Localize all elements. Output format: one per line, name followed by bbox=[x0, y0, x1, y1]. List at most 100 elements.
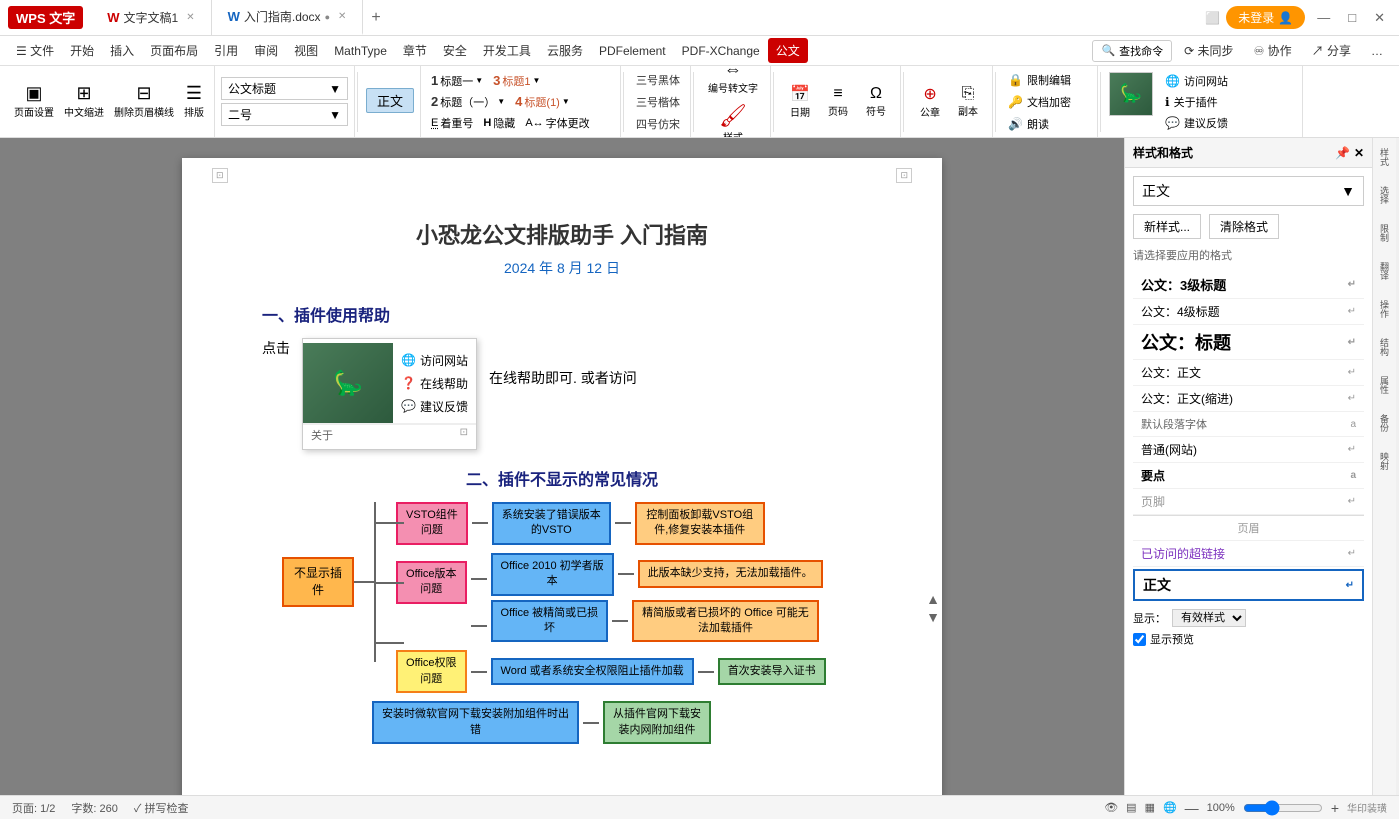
strip-select-icon[interactable]: 选择 bbox=[1376, 184, 1393, 206]
strip-attr-icon[interactable]: 属性 bbox=[1376, 374, 1393, 396]
style-item-default-para[interactable]: 默认段落字体 a bbox=[1133, 412, 1364, 437]
popup-visit-btn[interactable]: 🌐 访问网站 bbox=[401, 352, 468, 369]
zoom-out-btn[interactable]: — bbox=[1185, 800, 1199, 816]
menu-devtools[interactable]: 开发工具 bbox=[475, 38, 539, 63]
del-header-btn[interactable]: ⊟ 删除页眉横线 bbox=[110, 82, 178, 120]
view-web-icon[interactable]: 🌐 bbox=[1163, 801, 1177, 814]
style3-btn[interactable]: 3 标题1 ▼ bbox=[489, 72, 544, 90]
body-format-btn[interactable]: 正文 bbox=[366, 88, 414, 113]
menu-unsync[interactable]: ⟳ 未同步 bbox=[1176, 38, 1241, 63]
date-btn[interactable]: 📅 日期 bbox=[782, 80, 818, 123]
suggest-btn[interactable]: 💬 建议反馈 bbox=[1161, 114, 1232, 132]
strip-operate-icon[interactable]: 操作 bbox=[1376, 298, 1393, 320]
panel-close-btn[interactable]: ✕ bbox=[1354, 146, 1364, 160]
style31-btn[interactable]: 4 标题(1) ▼ bbox=[511, 93, 574, 111]
panel-pin-btn[interactable]: 📌 bbox=[1335, 146, 1350, 160]
style-num-dropdown[interactable]: 二号 ▼ bbox=[221, 103, 348, 126]
search-command[interactable]: 🔍 查找命令 bbox=[1092, 40, 1172, 62]
menu-insert[interactable]: 插入 bbox=[102, 38, 142, 63]
strip-backup-icon[interactable]: 备份 bbox=[1376, 412, 1393, 434]
tab-doc2[interactable]: W 入门指南.docx ● ✕ bbox=[212, 0, 364, 35]
style-item-key[interactable]: 要点 a bbox=[1133, 463, 1364, 489]
about-plugin-btn[interactable]: ℹ 关于插件 bbox=[1161, 93, 1232, 111]
minimize-button[interactable]: — bbox=[1311, 8, 1336, 27]
menu-official[interactable]: 公文 bbox=[768, 38, 808, 63]
strip-structure-icon[interactable]: 结构 bbox=[1376, 336, 1393, 358]
visit-website-btn[interactable]: 🌐 访问网站 bbox=[1161, 72, 1232, 90]
plugin-avatar[interactable]: 🦕 bbox=[1109, 72, 1153, 116]
scroll-down-btn[interactable]: ▼ bbox=[926, 609, 940, 625]
tab1-close[interactable]: ✕ bbox=[186, 12, 194, 23]
style1-btn[interactable]: 1 标题一 ▼ bbox=[427, 72, 487, 90]
new-style-btn[interactable]: 新样式... bbox=[1133, 214, 1201, 239]
style-item-title[interactable]: 公文：标题 ↵ bbox=[1133, 325, 1364, 360]
menu-page-layout[interactable]: 页面布局 bbox=[142, 38, 206, 63]
display-select[interactable]: 有效样式 bbox=[1172, 609, 1246, 627]
add-tab-button[interactable]: + bbox=[363, 9, 388, 27]
list1-btn[interactable]: 三号黑体 bbox=[632, 70, 684, 90]
style-item-body[interactable]: 公文：正文 ↵ bbox=[1133, 360, 1364, 386]
strip-translate-icon[interactable]: 翻译 bbox=[1376, 260, 1393, 282]
view-normal-icon[interactable]: 👁 bbox=[1104, 801, 1118, 814]
menu-review[interactable]: 审阅 bbox=[246, 38, 286, 63]
popup-help-btn[interactable]: ❓ 在线帮助 bbox=[401, 375, 468, 392]
menu-file[interactable]: ☰ 文件 bbox=[8, 38, 62, 63]
menu-more[interactable]: … bbox=[1363, 40, 1391, 62]
zoom-in-btn[interactable]: + bbox=[1331, 800, 1339, 816]
style-item-web[interactable]: 普通(网站) ↵ bbox=[1133, 437, 1364, 463]
style2-btn[interactable]: 2 标题（一） ▼ bbox=[427, 93, 509, 111]
strip-map-icon[interactable]: 映射 bbox=[1376, 450, 1393, 472]
login-button[interactable]: 未登录 👤 bbox=[1226, 6, 1305, 29]
strip-restrict-icon[interactable]: 限制 bbox=[1376, 222, 1393, 244]
read-aloud-btn[interactable]: 🔊 朗读 bbox=[1004, 114, 1091, 134]
app-logo[interactable]: WPS 文字 bbox=[8, 6, 83, 29]
scroll-up-btn[interactable]: ▲ bbox=[926, 591, 940, 607]
screen-icon[interactable]: ⬜ bbox=[1205, 11, 1220, 25]
maximize-button[interactable]: □ bbox=[1342, 8, 1362, 27]
menu-mathtype[interactable]: MathType bbox=[326, 40, 395, 62]
show-preview-checkbox[interactable] bbox=[1133, 633, 1146, 646]
doc-scroll-area[interactable]: ⊡ ⊡ 小恐龙公文排版助手 入门指南 2024 年 8 月 12 日 一、插件使… bbox=[0, 138, 1124, 795]
menu-reference[interactable]: 引用 bbox=[206, 38, 246, 63]
hide-btn[interactable]: H 隐藏 bbox=[479, 114, 519, 132]
clear-format-btn[interactable]: 清除格式 bbox=[1209, 214, 1279, 239]
list3-btn[interactable]: 四号仿宋 bbox=[632, 114, 684, 134]
style-item-h3[interactable]: 公文：3级标题 ↵ bbox=[1133, 271, 1364, 299]
menu-pdfxchange[interactable]: PDF-XChange bbox=[674, 40, 768, 62]
close-button[interactable]: ✕ bbox=[1368, 8, 1391, 28]
style-item-visited[interactable]: 已访问的超链接 ↵ bbox=[1133, 541, 1364, 567]
menu-security[interactable]: 安全 bbox=[435, 38, 475, 63]
font-change-btn[interactable]: A↔ 字体更改 bbox=[521, 114, 593, 132]
current-style-box[interactable]: 正文 ▼ bbox=[1133, 176, 1364, 206]
format-btn[interactable]: ☰ 排版 bbox=[180, 82, 208, 120]
page-setup-btn[interactable]: ▣ 页面设置 bbox=[10, 82, 58, 120]
menu-pdfelement[interactable]: PDFelement bbox=[591, 40, 674, 62]
style-item-h4[interactable]: 公文：4级标题 ↵ bbox=[1133, 299, 1364, 325]
doc-encrypt-btn[interactable]: 🔑 文档加密 bbox=[1004, 92, 1091, 112]
menu-share[interactable]: ↗ 分享 bbox=[1304, 38, 1359, 63]
bold-mark-btn[interactable]: E 着重号 bbox=[427, 114, 477, 132]
style-item-body-indent[interactable]: 公文：正文(缩进) ↵ bbox=[1133, 386, 1364, 412]
view-layout-icon[interactable]: ▤ bbox=[1126, 801, 1136, 814]
cn-compact-btn[interactable]: ⊞ 中文缩进 bbox=[60, 82, 108, 120]
copy-btn[interactable]: ⎘ 副本 bbox=[950, 81, 986, 122]
list2-btn[interactable]: 三号楷体 bbox=[632, 92, 684, 112]
common-seal-btn[interactable]: ⊕ 公章 bbox=[912, 80, 948, 123]
convert-btn[interactable]: ⇔ 编号转文字 bbox=[702, 66, 764, 99]
header-footer-btn[interactable]: ≡ 页码 bbox=[820, 81, 856, 122]
strip-style-icon[interactable]: 样式 bbox=[1376, 146, 1393, 168]
symbol-btn[interactable]: Ω 符号 bbox=[858, 81, 894, 122]
tab2-close[interactable]: ✕ bbox=[338, 11, 346, 22]
tab-doc1[interactable]: W 文字文稿1 ✕ bbox=[91, 0, 211, 35]
menu-home[interactable]: 开始 bbox=[62, 38, 102, 63]
style-dropdown[interactable]: 公文标题 ▼ bbox=[221, 77, 348, 100]
menu-chapter[interactable]: 章节 bbox=[395, 38, 435, 63]
menu-view[interactable]: 视图 bbox=[286, 38, 326, 63]
zoom-slider[interactable] bbox=[1243, 800, 1323, 816]
style-item-footer[interactable]: 页脚 ↵ bbox=[1133, 489, 1364, 515]
menu-collab[interactable]: ♾ 协作 bbox=[1246, 38, 1300, 63]
popup-feedback-btn[interactable]: 💬 建议反馈 bbox=[401, 398, 468, 415]
restrict-edit-btn[interactable]: 🔒 限制编辑 bbox=[1004, 70, 1091, 90]
menu-cloud[interactable]: 云服务 bbox=[539, 38, 591, 63]
style-item-body-current[interactable]: 正文 ↵ bbox=[1133, 569, 1364, 601]
